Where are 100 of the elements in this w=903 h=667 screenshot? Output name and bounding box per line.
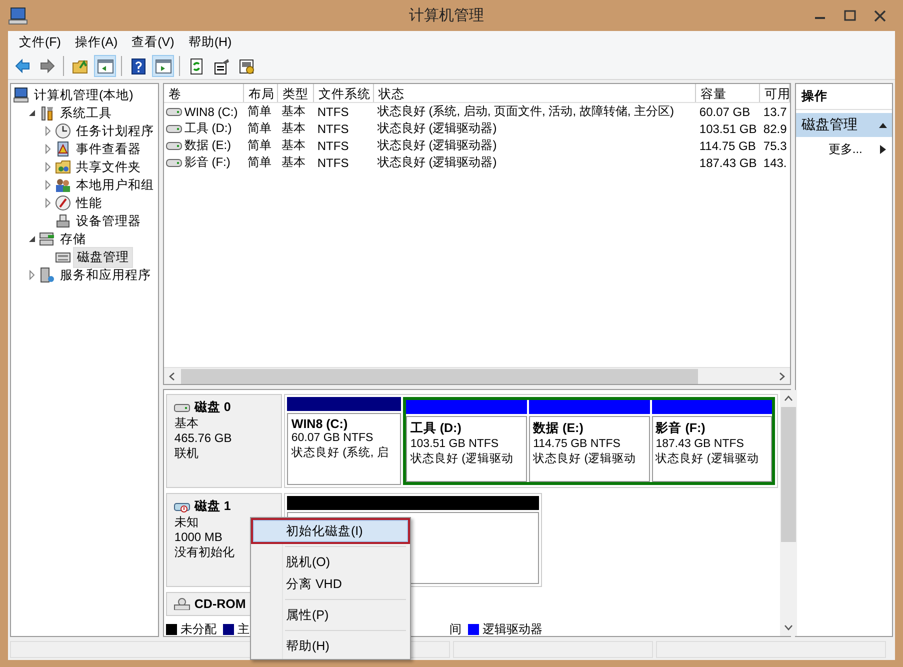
partition-info: 103.51 GB NTFS bbox=[410, 437, 500, 452]
tree-item[interactable]: 服务和应用程序 bbox=[57, 266, 154, 284]
computer-icon bbox=[13, 87, 29, 103]
drive-icon bbox=[166, 140, 182, 150]
partition-box[interactable]: WIN8 (C:) 60.07 GB NTFS 状态良好 (系统, 启 bbox=[287, 413, 402, 485]
menu-item[interactable]: 初始化磁盘(I) bbox=[253, 520, 408, 542]
column-header[interactable]: 状态 bbox=[374, 84, 696, 102]
legend-label: 间 bbox=[449, 621, 462, 638]
table-cell-text: NTFS bbox=[316, 104, 350, 118]
table-cell-text: 基本 bbox=[280, 120, 306, 137]
partition-info: 114.75 GB NTFS bbox=[533, 437, 622, 452]
expand-arrow-icon[interactable] bbox=[43, 126, 53, 136]
column-header[interactable]: 布局 bbox=[244, 84, 278, 102]
table-cell: WIN8 (C:) bbox=[184, 104, 238, 118]
tree-item[interactable]: 存储 bbox=[57, 230, 89, 248]
menu-item[interactable]: 属性(P) bbox=[253, 604, 408, 626]
scrollbar-thumb[interactable] bbox=[181, 368, 698, 384]
tree-item[interactable]: 系统工具 bbox=[57, 104, 115, 122]
table-cell-text: 基本 bbox=[280, 137, 306, 154]
table-cell-text: 143. bbox=[762, 156, 788, 170]
collapse-arrow-icon[interactable] bbox=[27, 234, 37, 244]
expand-arrow-icon[interactable] bbox=[43, 198, 53, 208]
column-header[interactable]: 卷 bbox=[164, 84, 244, 102]
table-cell-text: 75.3 bbox=[762, 138, 788, 152]
partition-name: 工具 (D:) bbox=[410, 420, 462, 437]
menu-item[interactable]: 帮助(H) bbox=[181, 32, 239, 52]
document-gear-icon[interactable] bbox=[238, 58, 254, 74]
tree-item[interactable]: 本地用户和组 bbox=[73, 176, 157, 194]
legend-label: 未分配 bbox=[180, 621, 216, 638]
collapse-arrow-icon[interactable] bbox=[27, 108, 37, 118]
table-cell-text: 状态良好 (逻辑驱动器) bbox=[376, 137, 498, 154]
menu-item[interactable]: 文件(F) bbox=[12, 32, 68, 52]
menu-item[interactable]: 分离 VHD bbox=[253, 573, 408, 595]
cd-drive-icon bbox=[174, 598, 190, 610]
window-title: 计算机管理 bbox=[408, 6, 485, 25]
partition-info: 状态良好 (逻辑驱动 bbox=[656, 452, 760, 467]
tools-icon bbox=[39, 105, 55, 121]
table-cell-text: 状态良好 (逻辑驱动器) bbox=[376, 120, 498, 137]
menu-item[interactable]: 脱机(O) bbox=[253, 551, 408, 573]
column-header[interactable]: 可用 bbox=[760, 84, 790, 102]
tree-item[interactable]: 事件查看器 bbox=[73, 140, 144, 158]
back-arrow-icon[interactable] bbox=[14, 58, 30, 74]
server-icon bbox=[39, 267, 55, 283]
partition-name: 影音 (F:) bbox=[656, 420, 706, 437]
device-icon bbox=[55, 213, 71, 229]
drive-icon bbox=[166, 106, 182, 116]
column-header[interactable]: 容量 bbox=[696, 84, 760, 102]
tree-item[interactable]: 磁盘管理 bbox=[73, 246, 133, 268]
partition-box[interactable]: 工具 (D:) 103.51 GB NTFS 状态良好 (逻辑驱动 bbox=[406, 416, 528, 482]
tree-item[interactable]: 设备管理器 bbox=[73, 212, 144, 230]
computer-icon bbox=[8, 6, 28, 24]
clock-icon bbox=[55, 123, 71, 139]
users-icon bbox=[55, 177, 71, 193]
tree-item[interactable]: 性能 bbox=[73, 194, 105, 212]
action-link[interactable]: 更多... bbox=[828, 141, 862, 158]
refresh-icon[interactable] bbox=[188, 58, 204, 74]
partition-box[interactable]: 数据 (E:) 114.75 GB NTFS 状态良好 (逻辑驱动 bbox=[529, 416, 650, 482]
expand-arrow-icon[interactable] bbox=[43, 144, 53, 154]
legend-label: 逻辑驱动器 bbox=[482, 621, 542, 638]
partition-info: 状态良好 (逻辑驱动 bbox=[410, 452, 514, 467]
legend-label: 主 bbox=[237, 621, 250, 638]
table-cell-text: 状态良好 (逻辑驱动器) bbox=[376, 154, 498, 171]
menu-item[interactable]: 操作(A) bbox=[68, 32, 125, 52]
storage-icon bbox=[39, 231, 55, 247]
pane-header: 操作 bbox=[796, 84, 892, 110]
expand-arrow-icon[interactable] bbox=[27, 270, 37, 280]
menu-item[interactable]: 查看(V) bbox=[124, 32, 182, 52]
disk-drive-icon bbox=[174, 500, 190, 512]
toggle-button[interactable] bbox=[152, 55, 174, 77]
folder-icon[interactable] bbox=[72, 58, 88, 74]
table-cell: 工具 (D:) bbox=[184, 120, 232, 137]
column-header[interactable]: 类型 bbox=[278, 84, 314, 102]
disk-info: 465.76 GB bbox=[174, 431, 233, 446]
partition-info: 状态良好 (系统, 启 bbox=[291, 446, 390, 461]
forward-arrow-icon[interactable] bbox=[38, 58, 56, 74]
table-cell-text: 基本 bbox=[280, 103, 306, 120]
disk-info: 没有初始化 bbox=[174, 545, 236, 560]
column-header[interactable]: 文件系统 bbox=[314, 84, 374, 102]
table-cell-text: NTFS bbox=[316, 156, 350, 170]
toggle-button[interactable] bbox=[94, 55, 116, 77]
tree-item[interactable]: 计算机管理(本地) bbox=[31, 86, 136, 104]
partition-box[interactable]: 影音 (F:) 187.43 GB NTFS 状态良好 (逻辑驱动 bbox=[652, 416, 772, 482]
properties-icon[interactable] bbox=[212, 58, 230, 74]
collapse-caret-icon[interactable] bbox=[879, 121, 887, 129]
drive-icon bbox=[166, 124, 182, 134]
expand-arrow-icon[interactable] bbox=[43, 180, 53, 190]
table-cell: 数据 (E:) bbox=[184, 137, 232, 154]
gauge-icon bbox=[55, 195, 71, 211]
tree-item[interactable]: 任务计划程序 bbox=[73, 122, 157, 140]
help-icon[interactable] bbox=[130, 58, 146, 74]
section-header[interactable]: 磁盘管理 bbox=[796, 113, 892, 137]
partition-name: 数据 (E:) bbox=[533, 420, 584, 437]
submenu-arrow-icon bbox=[880, 145, 886, 154]
menu-item[interactable]: 帮助(H) bbox=[253, 635, 408, 657]
table-cell-text: 103.51 GB bbox=[698, 122, 758, 136]
scrollbar-thumb[interactable] bbox=[781, 407, 796, 542]
partition-info: 状态良好 (逻辑驱动 bbox=[533, 452, 638, 467]
expand-arrow-icon[interactable] bbox=[43, 162, 53, 172]
disk-info: 1000 MB bbox=[174, 530, 224, 545]
tree-item[interactable]: 共享文件夹 bbox=[73, 158, 144, 176]
